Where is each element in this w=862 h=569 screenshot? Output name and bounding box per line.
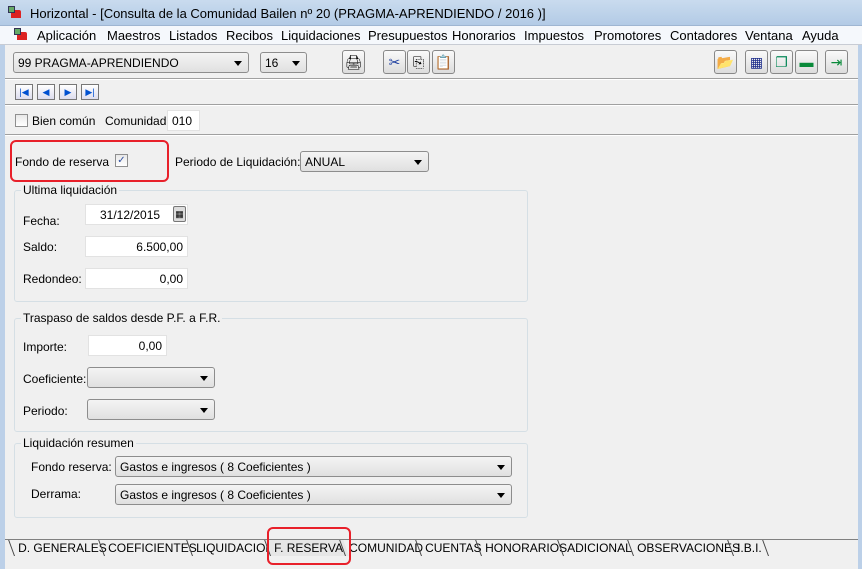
tile-windows-button[interactable]: ▦ xyxy=(745,50,768,74)
saldo-field[interactable]: 6.500,00 xyxy=(85,236,188,257)
arrange-icons-button[interactable]: ▬ xyxy=(795,50,818,74)
company-select[interactable]: 99 PRAGMA-APRENDIENDO xyxy=(13,52,249,73)
tab-label: D. GENERALES xyxy=(18,541,107,555)
group-title: Liquidación resumen xyxy=(21,436,136,450)
periodo-liquidacion-label: Periodo de Liquidación: xyxy=(175,155,301,169)
menu-listados[interactable]: Listados xyxy=(169,28,217,43)
chevron-down-icon xyxy=(497,493,505,498)
fondo-reserva-resumen-label: Fondo reserva: xyxy=(31,460,112,474)
liquidacion-resumen-group: Liquidación resumen xyxy=(14,436,528,518)
year-value: 16 xyxy=(265,56,279,70)
periodo-liquidacion-select[interactable]: ANUAL xyxy=(300,151,429,172)
bien-comun-label: Bien común xyxy=(32,114,96,128)
chevron-down-icon xyxy=(200,376,208,381)
tab-label: ADICIONAL xyxy=(567,541,632,555)
menu-aplicacion[interactable]: Aplicación xyxy=(37,28,96,43)
fondo-resumen-value: Gastos e ingresos ( 8 Coeficientes ) xyxy=(120,460,311,474)
menu-honorarios[interactable]: Honorarios xyxy=(452,28,516,43)
document-icon[interactable] xyxy=(14,28,30,42)
menu-contadores[interactable]: Contadores xyxy=(670,28,737,43)
periodo-value: ANUAL xyxy=(305,155,346,169)
separator xyxy=(5,104,858,106)
menu-ayuda[interactable]: Ayuda xyxy=(802,28,839,43)
saldo-label: Saldo: xyxy=(23,240,58,254)
chevron-down-icon xyxy=(414,160,422,165)
separator xyxy=(5,134,858,136)
coeficiente-label: Coeficiente: xyxy=(23,372,87,386)
menu-impuestos[interactable]: Impuestos xyxy=(524,28,584,43)
menu-maestros[interactable]: Maestros xyxy=(107,28,160,43)
bien-comun-checkbox[interactable] xyxy=(15,114,28,127)
copy-button[interactable]: ⎘ xyxy=(407,50,430,74)
paste-button[interactable]: 📋 xyxy=(432,50,455,74)
group-title: Ultima liquidación xyxy=(21,183,120,197)
coeficiente-select[interactable] xyxy=(87,367,215,388)
menu-ventana[interactable]: Ventana xyxy=(745,28,793,43)
periodo-label: Periodo: xyxy=(23,404,68,418)
tab-label: LIQUIDACION xyxy=(196,541,275,555)
tab-label: I.B.I. xyxy=(737,541,762,555)
tab-ibi[interactable]: I.B.I. xyxy=(727,540,769,556)
open-folder-button[interactable]: 📂 xyxy=(714,50,737,74)
chevron-down-icon xyxy=(200,408,208,413)
menu-bar: Aplicación Maestros Listados Recibos Liq… xyxy=(0,26,862,45)
exit-button[interactable]: ⇥ xyxy=(825,50,848,74)
tab-label: COMUNIDAD xyxy=(349,541,424,555)
app-icon xyxy=(8,6,24,20)
tab-label: COEFICIENTES xyxy=(108,541,197,555)
tab-d-generales[interactable]: D. GENERALES xyxy=(8,540,113,556)
title-bar: Horizontal - [Consulta de la Comunidad B… xyxy=(0,0,862,26)
fecha-value: 31/12/2015 xyxy=(100,208,161,222)
periodo-select[interactable] xyxy=(87,399,215,420)
next-record-button[interactable]: ▶ xyxy=(59,84,77,100)
derrama-value: Gastos e ingresos ( 8 Coeficientes ) xyxy=(120,488,311,502)
window-border xyxy=(0,45,5,569)
comunidad-field[interactable]: 010 xyxy=(167,110,200,131)
tab-label: HONORARIOS xyxy=(485,541,568,555)
redondeo-label: Redondeo: xyxy=(23,272,82,286)
menu-recibos[interactable]: Recibos xyxy=(226,28,273,43)
menu-liquidaciones[interactable]: Liquidaciones xyxy=(281,28,361,43)
chevron-down-icon xyxy=(497,465,505,470)
year-select[interactable]: 16 xyxy=(260,52,307,73)
tab-label: OBSERVACIONES xyxy=(637,541,741,555)
previous-record-button[interactable]: ◀ xyxy=(37,84,55,100)
chevron-down-icon xyxy=(292,61,300,66)
printer-settings-button[interactable]: 🖨 xyxy=(342,50,365,74)
derrama-label: Derrama: xyxy=(31,487,82,501)
menu-presupuestos[interactable]: Presupuestos xyxy=(368,28,448,43)
cascade-windows-button[interactable]: ❐ xyxy=(770,50,793,74)
first-record-button[interactable]: |◀ xyxy=(15,84,33,100)
separator xyxy=(5,78,858,80)
highlight-annotation xyxy=(10,140,169,182)
menu-promotores[interactable]: Promotores xyxy=(594,28,661,43)
last-record-button[interactable]: ▶| xyxy=(81,84,99,100)
cut-button[interactable]: ✂ xyxy=(383,50,406,74)
fecha-label: Fecha: xyxy=(23,214,60,228)
comunidad-label: Comunidad: xyxy=(105,114,170,128)
tab-label: CUENTAS xyxy=(425,541,482,555)
group-title: Traspaso de saldos desde P.F. a F.R. xyxy=(21,311,223,325)
chevron-down-icon xyxy=(234,61,242,66)
tab-adicional[interactable]: ADICIONAL xyxy=(557,540,638,556)
window-title: Horizontal - [Consulta de la Comunidad B… xyxy=(30,6,546,21)
importe-field[interactable]: 0,00 xyxy=(88,335,167,356)
highlight-annotation xyxy=(267,527,351,565)
calendar-icon[interactable]: ▦ xyxy=(173,206,186,222)
derrama-select[interactable]: Gastos e ingresos ( 8 Coeficientes ) xyxy=(115,484,512,505)
fondo-reserva-resumen-select[interactable]: Gastos e ingresos ( 8 Coeficientes ) xyxy=(115,456,512,477)
company-value: 99 PRAGMA-APRENDIENDO xyxy=(18,56,179,70)
importe-label: Importe: xyxy=(23,340,68,354)
redondeo-field[interactable]: 0,00 xyxy=(85,268,188,289)
window-border xyxy=(858,45,862,569)
